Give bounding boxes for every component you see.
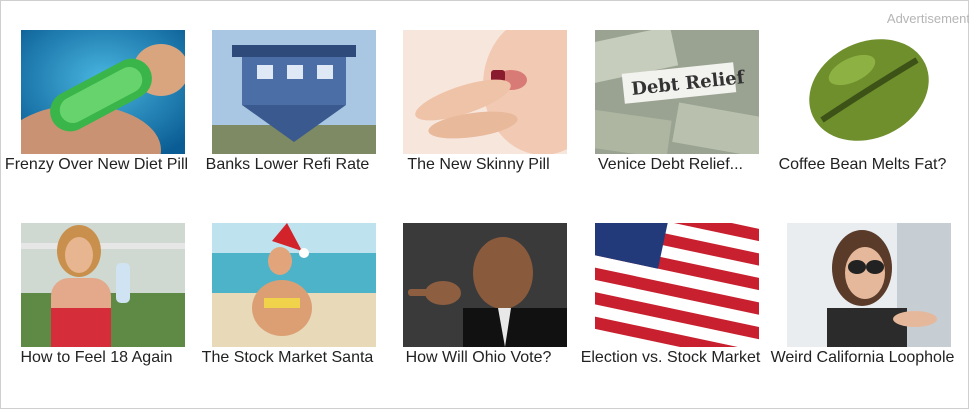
- ad-caption[interactable]: How to Feel 18 Again: [1, 346, 192, 370]
- diet-pill-image[interactable]: [21, 30, 185, 154]
- debt-relief-image[interactable]: Debt Relief: [595, 30, 759, 154]
- us-flag-image[interactable]: [595, 223, 759, 347]
- ad-caption[interactable]: The New Skinny Pill: [383, 153, 574, 177]
- ad-caption[interactable]: Frenzy Over New Diet Pill: [1, 153, 192, 177]
- ad-caption[interactable]: Coffee Bean Melts Fat?: [767, 153, 958, 177]
- ad-container: Advertisement Frenzy Over New Diet Pill: [0, 0, 969, 409]
- woman-in-car-image[interactable]: [787, 223, 951, 347]
- ad-caption[interactable]: The Stock Market Santa: [192, 346, 383, 370]
- ad-caption[interactable]: Weird California Loophole: [767, 346, 958, 370]
- ad-caption[interactable]: How Will Ohio Vote?: [383, 346, 574, 370]
- ad-grid: Frenzy Over New Diet Pill Banks Lower Re…: [1, 1, 968, 408]
- santa-hat-beach-image[interactable]: [212, 223, 376, 347]
- woman-water-bottle-image[interactable]: [21, 223, 185, 347]
- politician-pointing-image[interactable]: [403, 223, 567, 347]
- upside-down-house-image[interactable]: [212, 30, 376, 154]
- ad-caption[interactable]: Venice Debt Relief...: [575, 153, 766, 177]
- ad-caption[interactable]: Election vs. Stock Market: [575, 346, 766, 370]
- pill-at-lips-image[interactable]: [403, 30, 567, 154]
- ad-caption[interactable]: Banks Lower Refi Rate: [192, 153, 383, 177]
- coffee-bean-image[interactable]: [787, 30, 951, 154]
